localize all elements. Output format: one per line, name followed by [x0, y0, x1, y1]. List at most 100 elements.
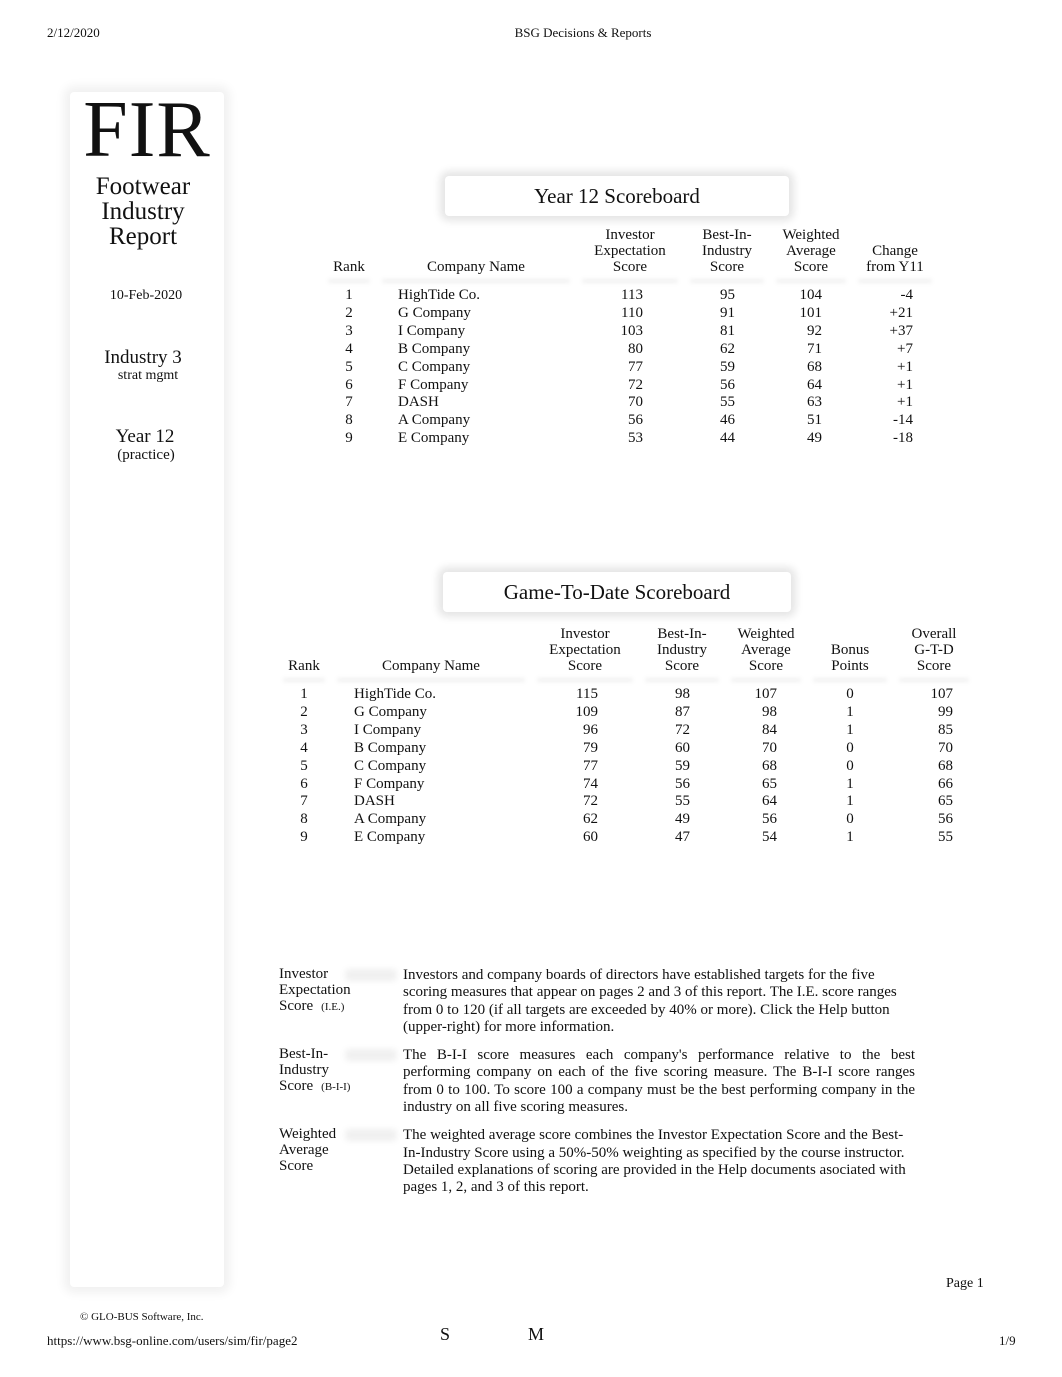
table-header-row: Rank Company Name Investor Expectation Sco… [322, 227, 938, 279]
cell-wa-score: 65 [762, 775, 777, 792]
term-line: Score [279, 1077, 314, 1094]
table-row: 7 DASH 70 55 63 +1 [322, 394, 938, 412]
cell-bonus-points: 1 [846, 721, 854, 738]
term-line: Score [279, 1157, 314, 1174]
cell-bii-score: 56 [675, 775, 690, 792]
cell-rank: 4 [300, 739, 308, 756]
definition-term: Investor Expectation Score (I.E.) [279, 966, 403, 1036]
cell-bii-score: 47 [675, 829, 690, 846]
cell-rank: 5 [300, 757, 308, 774]
cell-rank: 9 [345, 430, 353, 447]
cell-wa-score: 63 [807, 394, 822, 411]
cell-bonus-points: 1 [846, 829, 854, 846]
cell-company-name: C Company [354, 757, 427, 774]
report-abbreviation: FIR [83, 86, 211, 174]
header-change: Change from Y11 [852, 227, 938, 279]
cell-wa-score: 51 [807, 412, 822, 429]
header-rank: Rank [322, 227, 376, 279]
term-line: Industry [279, 1061, 329, 1078]
cell-wa-score: 64 [762, 793, 777, 810]
cell-bii-score: 81 [720, 322, 735, 339]
footer-letter-m: M [528, 1324, 545, 1344]
table-row: 9 E Company 53 44 49 -18 [322, 430, 938, 448]
cell-overall-gtd: 65 [938, 793, 953, 810]
cell-ie-score: 74 [583, 775, 598, 792]
footer-letter-s: S [440, 1324, 451, 1344]
term-highlight [345, 1129, 397, 1142]
header-wa-score: Weighted Average Score [725, 626, 807, 678]
definition-term: Best-In- Industry Score (B-I-I) [279, 1046, 403, 1116]
cell-wa-score: 49 [807, 430, 822, 447]
table-row: 7 DASH 72 55 64 1 65 [277, 793, 975, 811]
term-line: Investor [279, 966, 329, 982]
cell-wa-score: 70 [762, 739, 777, 756]
cell-company-name: G Company [354, 703, 427, 720]
cell-wa-score: 68 [762, 757, 777, 774]
cell-change: +21 [889, 304, 913, 321]
page-count: 1/9 [999, 1333, 1016, 1348]
table-row: 3 I Company 96 72 84 1 85 [277, 722, 975, 740]
definition-text: The weighted average score combines the … [403, 1127, 906, 1196]
cell-company-name: DASH [354, 793, 395, 810]
header-bii-score: Best-In- Industry Score [684, 227, 770, 279]
cell-bii-score: 55 [720, 394, 735, 411]
cell-rank: 9 [300, 829, 308, 846]
year-label: Year 12 [115, 426, 175, 447]
cell-overall-gtd: 85 [938, 721, 953, 738]
cell-change: +7 [897, 340, 913, 357]
table-row: 4 B Company 79 60 70 0 70 [277, 740, 975, 758]
cell-company-name: B Company [398, 340, 471, 357]
table-row: 5 C Company 77 59 68 +1 [322, 359, 938, 377]
copyright: © GLO-BUS Software, Inc. [80, 1311, 204, 1323]
cell-wa-score: 68 [807, 358, 822, 375]
report-sidebar: FIR Footwear Industry Report 10-Feb-2020… [70, 86, 224, 1287]
cell-change: +37 [889, 322, 913, 339]
table-row: 2 G Company 109 87 98 1 99 [277, 704, 975, 722]
cell-rank: 2 [345, 304, 353, 321]
cell-rank: 6 [345, 376, 353, 393]
cell-company-name: E Company [354, 829, 426, 846]
cell-ie-score: 60 [583, 829, 598, 846]
cell-ie-score: 103 [620, 322, 644, 339]
cell-company-name: A Company [354, 811, 427, 828]
report-date: 10-Feb-2020 [109, 288, 183, 303]
cell-company-name: I Company [398, 322, 466, 339]
cell-rank: 2 [300, 703, 308, 720]
year-scoreboard-table: Rank Company Name Investor Expectation Sco… [322, 227, 938, 448]
definition-item: Weighted Average Score The weighted average… [279, 1126, 919, 1196]
cell-ie-score: 77 [583, 757, 598, 774]
term-line: Expectation [279, 981, 351, 998]
print-header-title: BSG Decisions & Reports [514, 25, 652, 40]
cell-bonus-points: 1 [846, 703, 854, 720]
cell-company-name: I Company [354, 721, 422, 738]
cell-rank: 7 [345, 394, 353, 411]
header-company-name: Company Name [331, 626, 531, 678]
term-abbreviation: (I.E.) [321, 1000, 345, 1013]
cell-bonus-points: 0 [846, 757, 854, 774]
cell-ie-score: 53 [628, 430, 643, 447]
header-bii-score: Best-In- Industry Score [639, 626, 725, 678]
table-row: 4 B Company 80 62 71 +7 [322, 341, 938, 359]
gtd-scoreboard-title: Game-To-Date Scoreboard [443, 572, 791, 612]
report-title-line-3: Report [108, 223, 178, 250]
header-company-name: Company Name [376, 227, 576, 279]
cell-ie-score: 62 [583, 811, 598, 828]
cell-bii-score: 87 [675, 703, 690, 720]
cell-overall-gtd: 55 [938, 829, 953, 846]
cell-company-name: A Company [398, 412, 471, 429]
cell-company-name: C Company [398, 358, 471, 375]
cell-company-name: F Company [354, 775, 425, 792]
cell-ie-score: 56 [628, 412, 643, 429]
cell-change: +1 [897, 376, 913, 393]
cell-ie-score: 110 [621, 304, 643, 321]
cell-ie-score: 72 [583, 793, 598, 810]
cell-company-name: E Company [398, 430, 470, 447]
cell-wa-score: 54 [762, 829, 777, 846]
cell-bii-score: 56 [720, 376, 735, 393]
cell-bii-score: 55 [675, 793, 690, 810]
cell-bii-score: 59 [720, 358, 735, 375]
table-row: 6 F Company 72 56 64 +1 [322, 377, 938, 395]
cell-overall-gtd: 99 [938, 703, 953, 720]
term-line: Best-In- [279, 1046, 329, 1063]
cell-company-name: F Company [398, 376, 469, 393]
